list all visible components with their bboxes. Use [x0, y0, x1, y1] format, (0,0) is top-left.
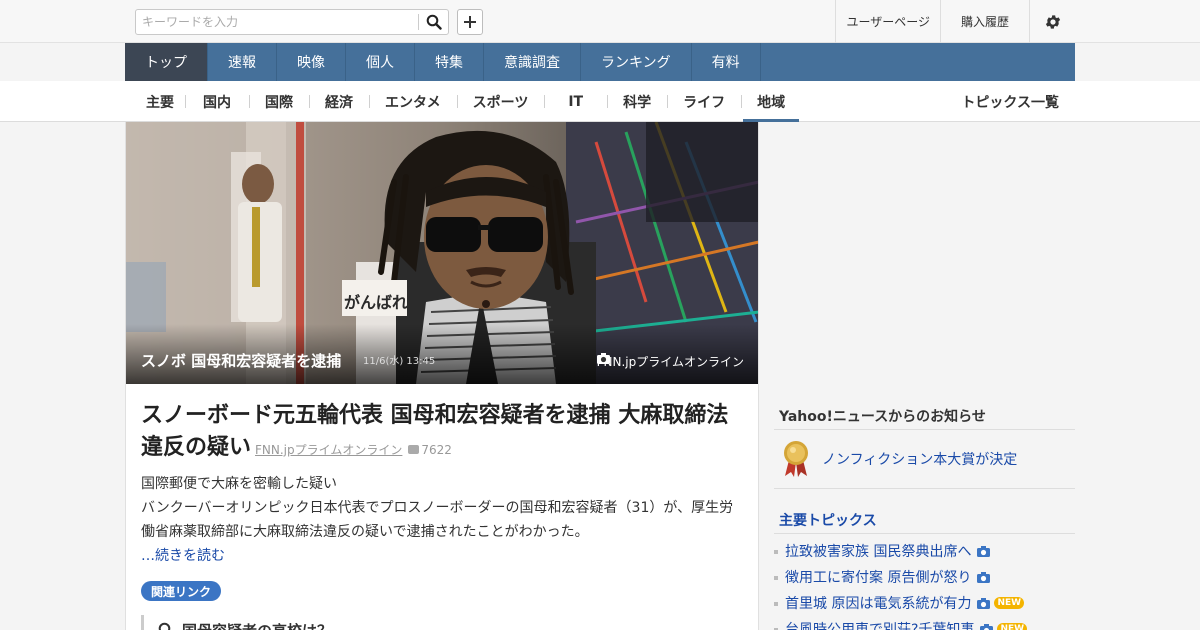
topic-item[interactable]: 首里城 原因は電気系統が有力 NEW	[774, 590, 1075, 616]
article-body: バンクーバーオリンピック日本代表でプロスノーボーダーの国母和宏容疑者（31）が、…	[141, 500, 734, 540]
related-link-text: 国母容疑者の高校は？	[182, 620, 332, 630]
sub-nav-inner: 主要 国内 国際 経済 エンタメ スポーツ IT 科学 ライフ 地域 トピックス…	[125, 81, 1075, 122]
comment-count-value: 7622	[421, 443, 452, 457]
nav-tab-video[interactable]: 映像	[277, 43, 346, 81]
search-box	[135, 9, 449, 35]
main-nav: トップ 速報 映像 個人 特集 意識調査 ランキング 有料	[125, 43, 1075, 81]
sub-tab-international[interactable]: 国際	[249, 81, 309, 122]
right-column: Yahoo!ニュースからのお知らせ ノンフィクション本大賞が決定 主要トピックス…	[774, 122, 1075, 630]
search-button[interactable]	[420, 10, 448, 34]
new-badge: NEW	[994, 597, 1025, 609]
hero-caption: スノボ 国母和宏容疑者を逮捕 11/6(水) 13:45 FNN.jpプライムオ…	[126, 324, 758, 384]
sub-tab-entertainment[interactable]: エンタメ	[369, 81, 457, 122]
new-badge: NEW	[997, 623, 1028, 630]
award-medal-icon	[784, 441, 808, 477]
sub-tab-sports[interactable]: スポーツ	[456, 81, 545, 122]
camera-icon	[980, 623, 994, 630]
camera-icon	[596, 353, 610, 364]
plus-icon	[464, 16, 476, 28]
nav-tab-breaking[interactable]: 速報	[208, 43, 277, 81]
settings-button[interactable]	[1029, 0, 1075, 43]
top-links: ユーザーページ 購入履歴	[835, 0, 1075, 43]
search-icon	[426, 14, 442, 30]
read-more-link[interactable]: …続きを読む	[141, 544, 745, 568]
related-links-badge: 関連リンク	[141, 581, 222, 601]
nav-tab-ranking[interactable]: ランキング	[581, 43, 692, 81]
sub-tab-economy[interactable]: 経済	[309, 81, 369, 122]
top-bar: ユーザーページ 購入履歴	[0, 0, 1200, 43]
purchase-history-link[interactable]: 購入履歴	[939, 0, 1029, 43]
camera-icon	[977, 545, 991, 557]
topic-text: 台風時公用車で別荘?千葉知事	[785, 622, 975, 630]
article-title[interactable]: スノーボード元五輪代表 国母和宏容疑者を逮捕 大麻取締法違反の疑い FNN.jpプ…	[141, 400, 745, 466]
topic-text: 拉致被害家族 国民祭典出席へ	[785, 544, 972, 560]
ad-space	[774, 122, 1075, 392]
nav-tab-top[interactable]: トップ	[125, 43, 208, 81]
topics-list: 拉致被害家族 国民祭典出席へ 徴用工に寄付案 原告側が怒り 首里城 原因は電気系…	[774, 538, 1075, 630]
notice-heading: Yahoo!ニュースからのお知らせ	[774, 402, 1075, 430]
sub-nav: 主要 国内 国際 経済 エンタメ スポーツ IT 科学 ライフ 地域 トピックス…	[0, 81, 1200, 122]
camera-icon	[977, 571, 991, 583]
article-subtitle: 国際郵便で大麻を密輸した疑い	[141, 476, 337, 492]
gear-icon	[1045, 14, 1060, 29]
topics-heading[interactable]: 主要トピックス	[774, 506, 1075, 534]
notice-item[interactable]: ノンフィクション本大賞が決定	[774, 430, 1075, 489]
hero-title: スノボ 国母和宏容疑者を逮捕	[141, 352, 342, 370]
topic-item[interactable]: 徴用工に寄付案 原告側が怒り	[774, 564, 1075, 590]
topic-item[interactable]: 台風時公用車で別荘?千葉知事 NEW	[774, 616, 1075, 630]
search-separator	[418, 14, 419, 30]
add-button[interactable]	[457, 9, 483, 35]
nav-tab-feature[interactable]: 特集	[415, 43, 484, 81]
hero-image[interactable]: がんばれ スノボ 国母和宏容疑者を逮捕 11/6(水) 13:45 FNN.jp…	[126, 122, 758, 384]
nav-tab-paid[interactable]: 有料	[692, 43, 761, 81]
topic-text: 首里城 原因は電気系統が有力	[785, 596, 972, 612]
sub-tab-main[interactable]: 主要	[135, 81, 185, 122]
comment-count[interactable]: 7622	[408, 443, 452, 457]
sub-tab-domestic[interactable]: 国内	[185, 81, 249, 122]
sub-tab-life[interactable]: ライフ	[667, 81, 741, 122]
article: スノーボード元五輪代表 国母和宏容疑者を逮捕 大麻取締法違反の疑い FNN.jpプ…	[141, 400, 745, 568]
hero-source-label: FNN.jpプライムオンライン	[596, 355, 744, 369]
sub-tab-science[interactable]: 科学	[607, 81, 667, 122]
topic-item[interactable]: 拉致被害家族 国民祭典出席へ	[774, 538, 1075, 564]
search-input[interactable]	[136, 10, 418, 34]
sub-tab-it[interactable]: IT	[544, 81, 607, 122]
nav-tab-survey[interactable]: 意識調査	[484, 43, 581, 81]
article-source-link[interactable]: FNN.jpプライムオンライン	[255, 443, 402, 457]
top-bar-inner: ユーザーページ 購入履歴	[125, 0, 1075, 43]
hero-time: 11/6(水) 13:45	[363, 356, 436, 367]
sub-tab-regional[interactable]: 地域	[741, 81, 801, 122]
user-page-link[interactable]: ユーザーページ	[835, 0, 940, 43]
topic-text: 徴用工に寄付案 原告側が怒り	[785, 570, 972, 586]
hero-source: FNN.jpプライムオンライン	[596, 353, 744, 370]
comment-icon	[408, 445, 420, 454]
topics-all-link[interactable]: トピックス一覧	[961, 81, 1059, 122]
hero-sign-text: がんばれ	[344, 293, 408, 312]
sub-nav-items: 主要 国内 国際 経済 エンタメ スポーツ IT 科学 ライフ 地域	[135, 81, 801, 122]
camera-icon	[977, 597, 991, 609]
search-icon	[158, 622, 171, 630]
notice-item-text: ノンフィクション本大賞が決定	[822, 452, 1018, 468]
related-link-item[interactable]: 国母容疑者の高校は？	[141, 615, 741, 630]
nav-tab-individual[interactable]: 個人	[346, 43, 415, 81]
